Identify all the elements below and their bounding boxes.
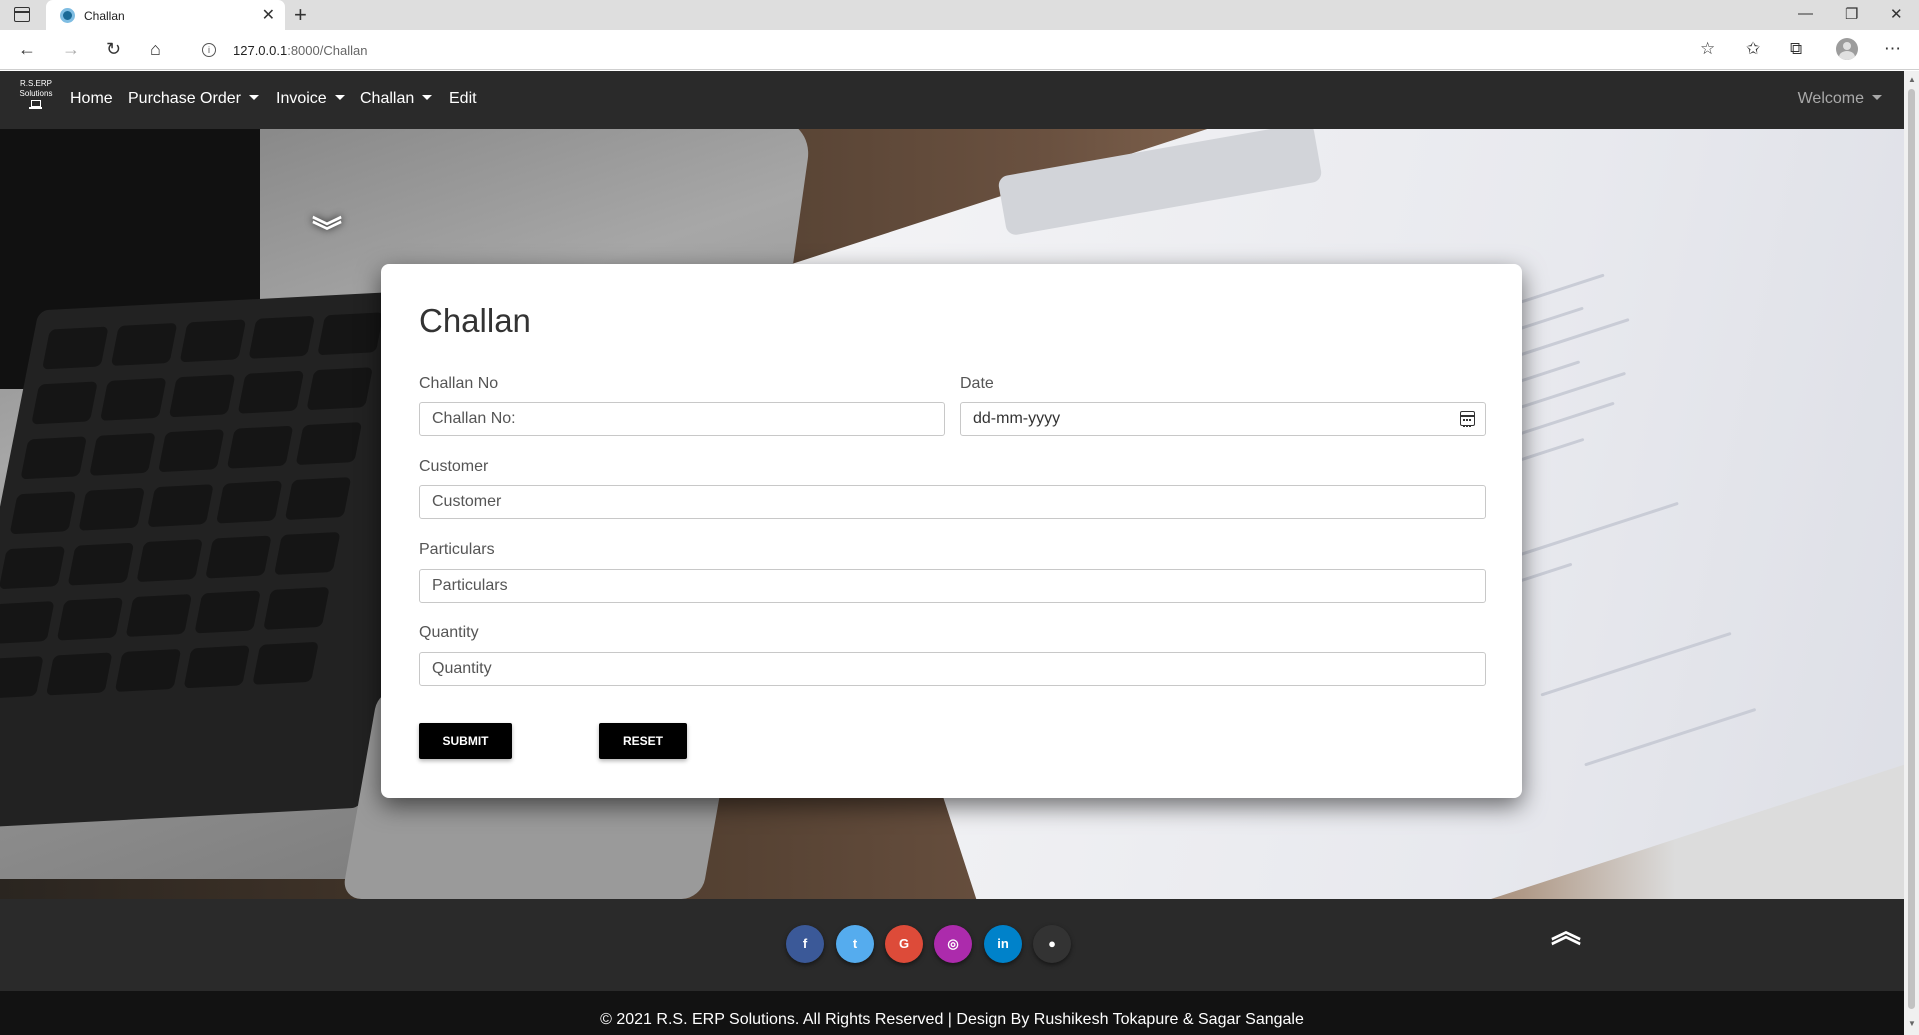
home-icon[interactable]: ⌂ — [150, 39, 161, 60]
challan-no-label: Challan No — [419, 375, 499, 392]
google-icon[interactable]: G — [885, 925, 923, 963]
nav-edit[interactable]: Edit — [449, 90, 477, 108]
quantity-input[interactable]: Quantity — [419, 652, 1486, 686]
customer-label: Customer — [419, 458, 489, 475]
refresh-icon[interactable]: ↻ — [106, 39, 121, 60]
more-icon[interactable]: ⋯ — [1884, 39, 1901, 59]
info-icon[interactable]: i — [202, 43, 216, 57]
twitter-icon[interactable]: t — [836, 925, 874, 963]
url-text: 127.0.0.1:8000/Challan — [233, 43, 368, 58]
sidebar-icon[interactable] — [14, 7, 30, 22]
date-label: Date — [960, 375, 994, 392]
instagram-icon[interactable]: ◎ — [934, 925, 972, 963]
nav-home[interactable]: Home — [70, 90, 113, 108]
favorites-add-icon[interactable]: ☆ — [1700, 39, 1715, 59]
welcome-dropdown[interactable]: Welcome — [1798, 90, 1882, 108]
laptop-icon — [29, 100, 42, 109]
brand-logo[interactable]: R.S.ERP Solutions — [12, 79, 60, 110]
maximize-icon[interactable]: ❐ — [1845, 5, 1858, 23]
tab-title: Challan — [84, 9, 125, 23]
challan-no-input[interactable]: Challan No: — [419, 402, 945, 436]
back-icon[interactable]: ← — [18, 39, 36, 60]
facebook-icon[interactable]: f — [786, 925, 824, 963]
minimize-icon[interactable]: — — [1798, 5, 1813, 22]
reset-button[interactable]: RESET — [599, 723, 687, 759]
calendar-icon[interactable] — [1460, 411, 1475, 427]
particulars-label: Particulars — [419, 541, 495, 558]
page-viewport: R.S.ERP Solutions Home Purchase Order In… — [0, 71, 1904, 1035]
customer-input[interactable]: Customer — [419, 485, 1486, 519]
particulars-input[interactable]: Particulars — [419, 569, 1486, 603]
url-field[interactable]: i 127.0.0.1:8000/Challan — [188, 35, 1718, 65]
close-window-icon[interactable]: ✕ — [1890, 5, 1903, 23]
browser-tab-bar: Challan ✕ + — ❐ ✕ — [0, 0, 1919, 30]
submit-button[interactable]: SUBMIT — [419, 723, 512, 759]
collections-icon[interactable]: ⧉ — [1790, 39, 1802, 59]
scroll-down-chevron-icon[interactable]: ︾ — [312, 218, 342, 248]
nav-invoice[interactable]: Invoice — [276, 90, 345, 108]
copyright-text: © 2021 R.S. ERP Solutions. All Rights Re… — [600, 1011, 1304, 1028]
scroll-top-chevron-icon[interactable]: ︽ — [1551, 918, 1581, 948]
challan-form-card: Challan Challan No Challan No: Date dd-m… — [381, 264, 1522, 798]
address-bar: ← → ↻ ⌂ i 127.0.0.1:8000/Challan ☆ ✩ ⧉ ⋯ — [0, 30, 1919, 70]
forward-icon[interactable]: → — [62, 39, 80, 60]
top-navbar: R.S.ERP Solutions Home Purchase Order In… — [0, 71, 1904, 129]
nav-purchase-order[interactable]: Purchase Order — [128, 90, 259, 108]
scroll-up-arrow-icon[interactable]: ▲ — [1908, 75, 1916, 84]
new-tab-icon[interactable]: + — [294, 2, 307, 28]
nav-challan[interactable]: Challan — [360, 90, 432, 108]
linkedin-icon[interactable]: in — [984, 925, 1022, 963]
favorites-icon[interactable]: ✩ — [1746, 39, 1760, 59]
quantity-label: Quantity — [419, 624, 479, 641]
footer-copyright-bar: © 2021 R.S. ERP Solutions. All Rights Re… — [0, 991, 1904, 1035]
favicon-icon — [60, 8, 75, 23]
vertical-scrollbar[interactable]: ▲ ▼ — [1904, 71, 1919, 1035]
browser-tab[interactable]: Challan ✕ — [46, 0, 285, 30]
brand-line-1: R.S.ERP — [19, 79, 52, 88]
scrollbar-thumb[interactable] — [1908, 89, 1915, 1009]
date-input[interactable]: dd-mm-yyyy — [960, 402, 1486, 436]
footer-social-bar: f t G ◎ in ● ︽ — [0, 899, 1904, 991]
date-placeholder: dd-mm-yyyy — [973, 410, 1061, 427]
brand-line-2: Solutions — [19, 89, 53, 98]
scroll-down-arrow-icon[interactable]: ▼ — [1908, 1019, 1916, 1028]
profile-icon[interactable] — [1836, 38, 1858, 60]
close-tab-icon[interactable]: ✕ — [262, 5, 275, 25]
github-icon[interactable]: ● — [1033, 925, 1071, 963]
form-title: Challan — [419, 302, 531, 339]
